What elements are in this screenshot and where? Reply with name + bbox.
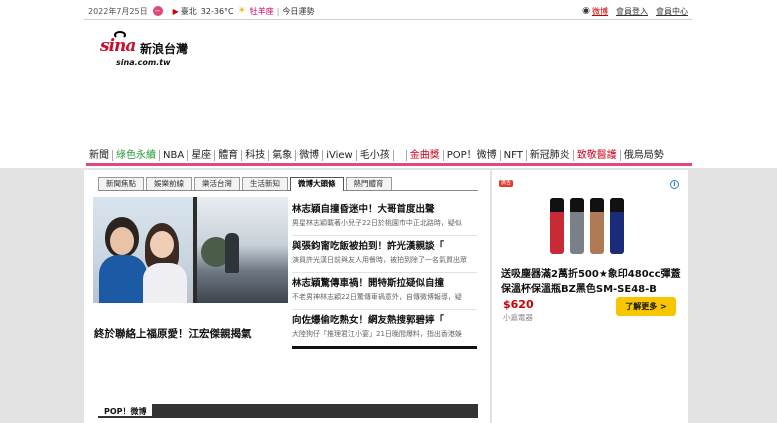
member-center-link[interactable]: 會員中心 [656, 6, 688, 17]
bottle-image [590, 198, 604, 254]
nav-item-nft[interactable]: NFT [501, 150, 527, 161]
weibo-icon: ◉ [582, 6, 590, 16]
bottle-image [550, 198, 564, 254]
nav-item-golden-melody[interactable]: 金曲獎 [405, 150, 444, 161]
news-headline: 向佐爆偷吃熟女！網友熱搜郭碧婷「 [292, 315, 445, 326]
nav-item-medical-tribute[interactable]: 致敬醫護 [574, 150, 621, 161]
tab-entertainment[interactable]: 娛樂前線 [146, 177, 192, 190]
nav-item-news[interactable]: 新聞 [86, 150, 113, 161]
active-news-indicator [292, 346, 477, 349]
news-snippet: 不老男神林志穎22日驚傳車禍意外，自傳微博報導，疑 [292, 293, 462, 301]
nav-item-pets[interactable]: 毛小孩 [357, 150, 394, 161]
news-tabs: 新聞焦點 娛樂前線 樂活台灣 生活新知 微博大頭條 熱門體育 [98, 177, 478, 191]
nav-item-iview[interactable]: iView [323, 150, 357, 161]
calendar-icon[interactable]: − [152, 6, 163, 16]
news-snippet: 男星林志穎載著小兒子22日於桃園市中正北路時，疑似 [292, 219, 462, 227]
feature-caption[interactable]: 終於聯絡上福原愛！江宏傑親揭氣 [94, 326, 252, 341]
page: 2022年7月25日 − ▶ 臺北 32-36°C ☀ 牡羊座 | 今日運勢 ◉… [0, 0, 777, 423]
weibo-link[interactable]: 微博 [592, 6, 608, 17]
sina-logo[interactable]: sina 新浪台灣 sina.com.tw [100, 31, 190, 72]
news-panel: 新聞焦點 娛樂前線 樂活台灣 生活新知 微博大頭條 熱門體育 終於聯絡上福原愛！… [84, 170, 490, 423]
fortune-link[interactable]: 今日運勢 [282, 6, 314, 17]
nav-item-green[interactable]: 綠色永續 [113, 150, 160, 161]
bottle-image [570, 198, 584, 254]
ad-seller: 小嘉電器 [503, 313, 533, 322]
nav-item-covid[interactable]: 新冠肺炎 [527, 150, 574, 161]
ad-panel[interactable]: 廣告 i 送吸塵器滿2萬折500★象印480cc彈蓋保溫杯保溫瓶BZ黑色SM-S… [492, 170, 688, 423]
nav-item-pop-weibo[interactable]: POP！微博 [444, 150, 501, 161]
login-link[interactable]: 會員登入 [616, 6, 648, 17]
date-text: 2022年7月25日 [88, 6, 148, 16]
main-nav: 新聞 綠色永續 NBA 星座 體育 科技 氣象 微博 iView 毛小孩 金曲獎… [86, 148, 692, 166]
info-icon[interactable]: i [670, 180, 679, 189]
tab-life[interactable]: 生活新知 [242, 177, 288, 190]
nav-item-weibo[interactable]: 微博 [296, 150, 324, 161]
news-item[interactable]: 與張鈞甯吃飯被拍到！許光漢親談「 演員許光漢日前與友人用餐時，被拍到除了一名氣質… [292, 236, 477, 273]
logo-brand: sina [100, 36, 136, 56]
news-list: 林志穎自撞昏迷中！大哥首度出聲 男星林志穎載著小兒子22日於桃園市中正北路時，疑… [292, 199, 477, 347]
city-text[interactable]: 臺北 [181, 6, 197, 17]
zodiac-link[interactable]: 牡羊座 [250, 6, 274, 17]
tab-news-focus[interactable]: 新聞焦點 [98, 177, 144, 190]
nav-item-tech[interactable]: 科技 [242, 150, 270, 161]
nav-item-nba[interactable]: NBA [160, 150, 189, 161]
ad-badge: 廣告 [499, 180, 513, 187]
logo-domain: sina.com.tw [116, 58, 171, 67]
news-snippet: 大陸狗仔「推理君江小宴」21日晚間爆料，指出香港娛 [292, 330, 462, 338]
nav-item-weather[interactable]: 氣象 [269, 150, 297, 161]
separator: | [276, 6, 280, 16]
learn-more-button[interactable]: 了解更多 > [616, 297, 676, 316]
news-headline: 林志穎自撞昏迷中！大哥首度出聲 [292, 204, 435, 215]
logo-chinese: 新浪台灣 [140, 42, 189, 56]
nav-item-ukraine[interactable]: 俄烏局勢 [621, 150, 667, 161]
feature-photo[interactable] [93, 197, 288, 303]
tab-sports[interactable]: 熱門體育 [345, 177, 392, 190]
pop-weibo-label[interactable]: POP！微博 [104, 406, 147, 417]
pop-weibo-bar [152, 404, 478, 418]
news-item[interactable]: 林志穎自撞昏迷中！大哥首度出聲 男星林志穎載著小兒子22日於桃園市中正北路時，疑… [292, 199, 477, 236]
top-bar: 2022年7月25日 − ▶ 臺北 32-36°C ☀ 牡羊座 | 今日運勢 ◉… [84, 3, 692, 20]
news-headline: 與張鈞甯吃飯被拍到！許光漢親談「 [292, 241, 445, 252]
news-snippet: 演員許光漢日前與友人用餐時，被拍到除了一名氣質出眾 [292, 256, 467, 264]
sun-cloud-icon: ☀ [237, 6, 246, 16]
tab-lohas-taiwan[interactable]: 樂活台灣 [194, 177, 240, 190]
ad-title[interactable]: 送吸塵器滿2萬折500★象印480cc彈蓋保溫杯保溫瓶BZ黑色SM-SE48-B [501, 267, 681, 297]
news-item[interactable]: 林志穎驚傳車禍！開特斯拉疑似自撞 不老男神林志穎22日驚傳車禍意外，自傳微博報導… [292, 273, 477, 310]
bottle-image [610, 198, 624, 254]
location-icon: ▶ [172, 6, 179, 16]
pop-weibo-section: POP！微博 [98, 404, 478, 418]
nav-item-sports[interactable]: 體育 [215, 150, 243, 161]
temperature-text: 32-36°C [200, 6, 234, 16]
nav-item-horoscope[interactable]: 星座 [188, 150, 216, 161]
top-links: ◉ 微博 會員登入 會員中心 [582, 6, 688, 17]
news-item[interactable]: 向佐爆偷吃熟女！網友熱搜郭碧婷「 大陸狗仔「推理君江小宴」21日晚間爆料，指出香… [292, 310, 477, 347]
ad-price: $620 [503, 298, 534, 311]
news-headline: 林志穎驚傳車禍！開特斯拉疑似自撞 [292, 278, 445, 289]
tab-weibo-headlines[interactable]: 微博大頭條 [290, 177, 344, 191]
